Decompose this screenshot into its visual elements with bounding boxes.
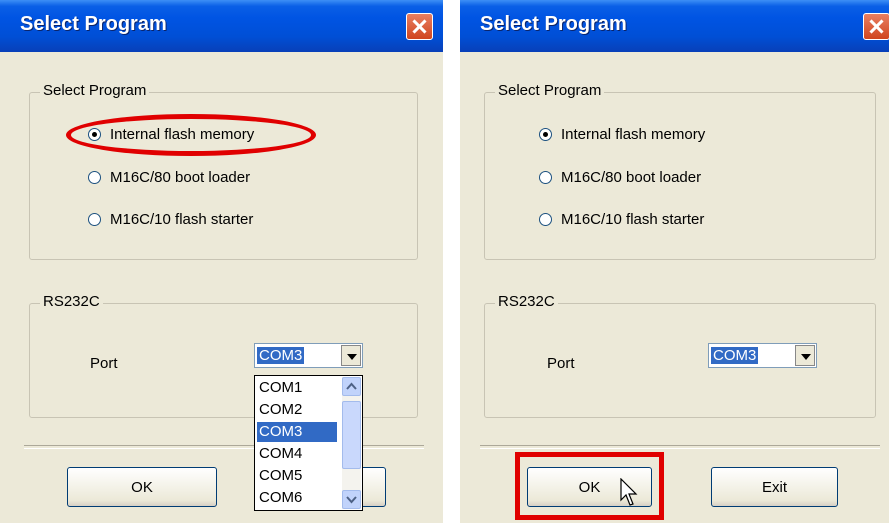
chevron-down-icon[interactable] [795, 345, 815, 366]
right-separator [480, 445, 880, 449]
right-radio-label-m16c10: M16C/10 flash starter [561, 211, 705, 228]
left-radio-label-m16c10: M16C/10 flash starter [110, 211, 254, 228]
left-port-label: Port [90, 355, 118, 372]
right-port-combo[interactable]: COM3 [708, 343, 817, 368]
chevron-down-icon[interactable] [342, 490, 361, 509]
right-program-legend: Select Program [495, 82, 605, 99]
dropdown-item-selected[interactable]: COM3 [257, 422, 337, 442]
scrollbar-thumb[interactable] [342, 401, 361, 469]
right-exit-label: Exit [761, 478, 787, 496]
right-radio-label-m16c80: M16C/80 boot loader [561, 169, 702, 186]
radio-icon[interactable] [539, 171, 552, 184]
red-highlight-ellipse [66, 114, 316, 156]
right-rs232c-group: RS232C [484, 293, 876, 418]
left-radio-m16c10[interactable]: M16C/10 flash starter [88, 211, 253, 228]
right-titlebar[interactable]: Select Program [460, 0, 889, 52]
left-port-combo[interactable]: COM3 [254, 343, 363, 368]
right-rs232c-legend: RS232C [495, 293, 558, 310]
radio-icon[interactable] [539, 213, 552, 226]
right-radio-m16c80[interactable]: M16C/80 boot loader [539, 169, 701, 186]
left-dialog-title: Select Program [20, 13, 167, 35]
mouse-cursor-icon [620, 478, 638, 506]
left-port-value: COM3 [257, 347, 305, 364]
right-dialog-title: Select Program [480, 13, 627, 35]
right-radio-label-internal-flash: Internal flash memory [561, 126, 706, 143]
left-ok-button[interactable]: OK [67, 467, 217, 507]
chevron-up-icon[interactable] [342, 377, 361, 396]
right-port-value: COM3 [711, 347, 759, 364]
right-port-label: Port [547, 355, 575, 372]
dropdown-item[interactable]: COM5 [257, 466, 337, 486]
port-dropdown-list[interactable]: COM1 COM2 COM3 COM4 COM5 COM6 [254, 375, 363, 511]
left-ok-label: OK [131, 478, 153, 496]
left-radio-label-m16c80: M16C/80 boot loader [110, 169, 251, 186]
left-separator [24, 445, 424, 449]
radio-icon[interactable] [88, 171, 101, 184]
radio-icon[interactable] [88, 213, 101, 226]
close-icon[interactable] [863, 13, 889, 40]
right-exit-button[interactable]: Exit [711, 467, 838, 507]
left-titlebar[interactable]: Select Program [0, 0, 443, 52]
left-radio-m16c80[interactable]: M16C/80 boot loader [88, 169, 250, 186]
left-program-legend: Select Program [40, 82, 150, 99]
close-icon[interactable] [406, 13, 433, 40]
dropdown-item[interactable]: COM2 [257, 400, 337, 420]
left-dialog: Select Program Select Program Internal f… [0, 0, 443, 523]
dropdown-item[interactable]: COM4 [257, 444, 337, 464]
right-radio-m16c10[interactable]: M16C/10 flash starter [539, 211, 704, 228]
dropdown-item[interactable]: COM6 [257, 488, 337, 508]
left-rs232c-legend: RS232C [40, 293, 103, 310]
dropdown-scrollbar[interactable] [342, 377, 361, 509]
red-highlight-box [515, 452, 664, 520]
chevron-down-icon[interactable] [341, 345, 361, 366]
right-radio-internal-flash[interactable]: Internal flash memory [539, 126, 705, 143]
radio-checked-icon[interactable] [539, 128, 552, 141]
dropdown-item[interactable]: COM1 [257, 378, 337, 398]
right-dialog: Select Program Select Program Internal f… [460, 0, 889, 523]
